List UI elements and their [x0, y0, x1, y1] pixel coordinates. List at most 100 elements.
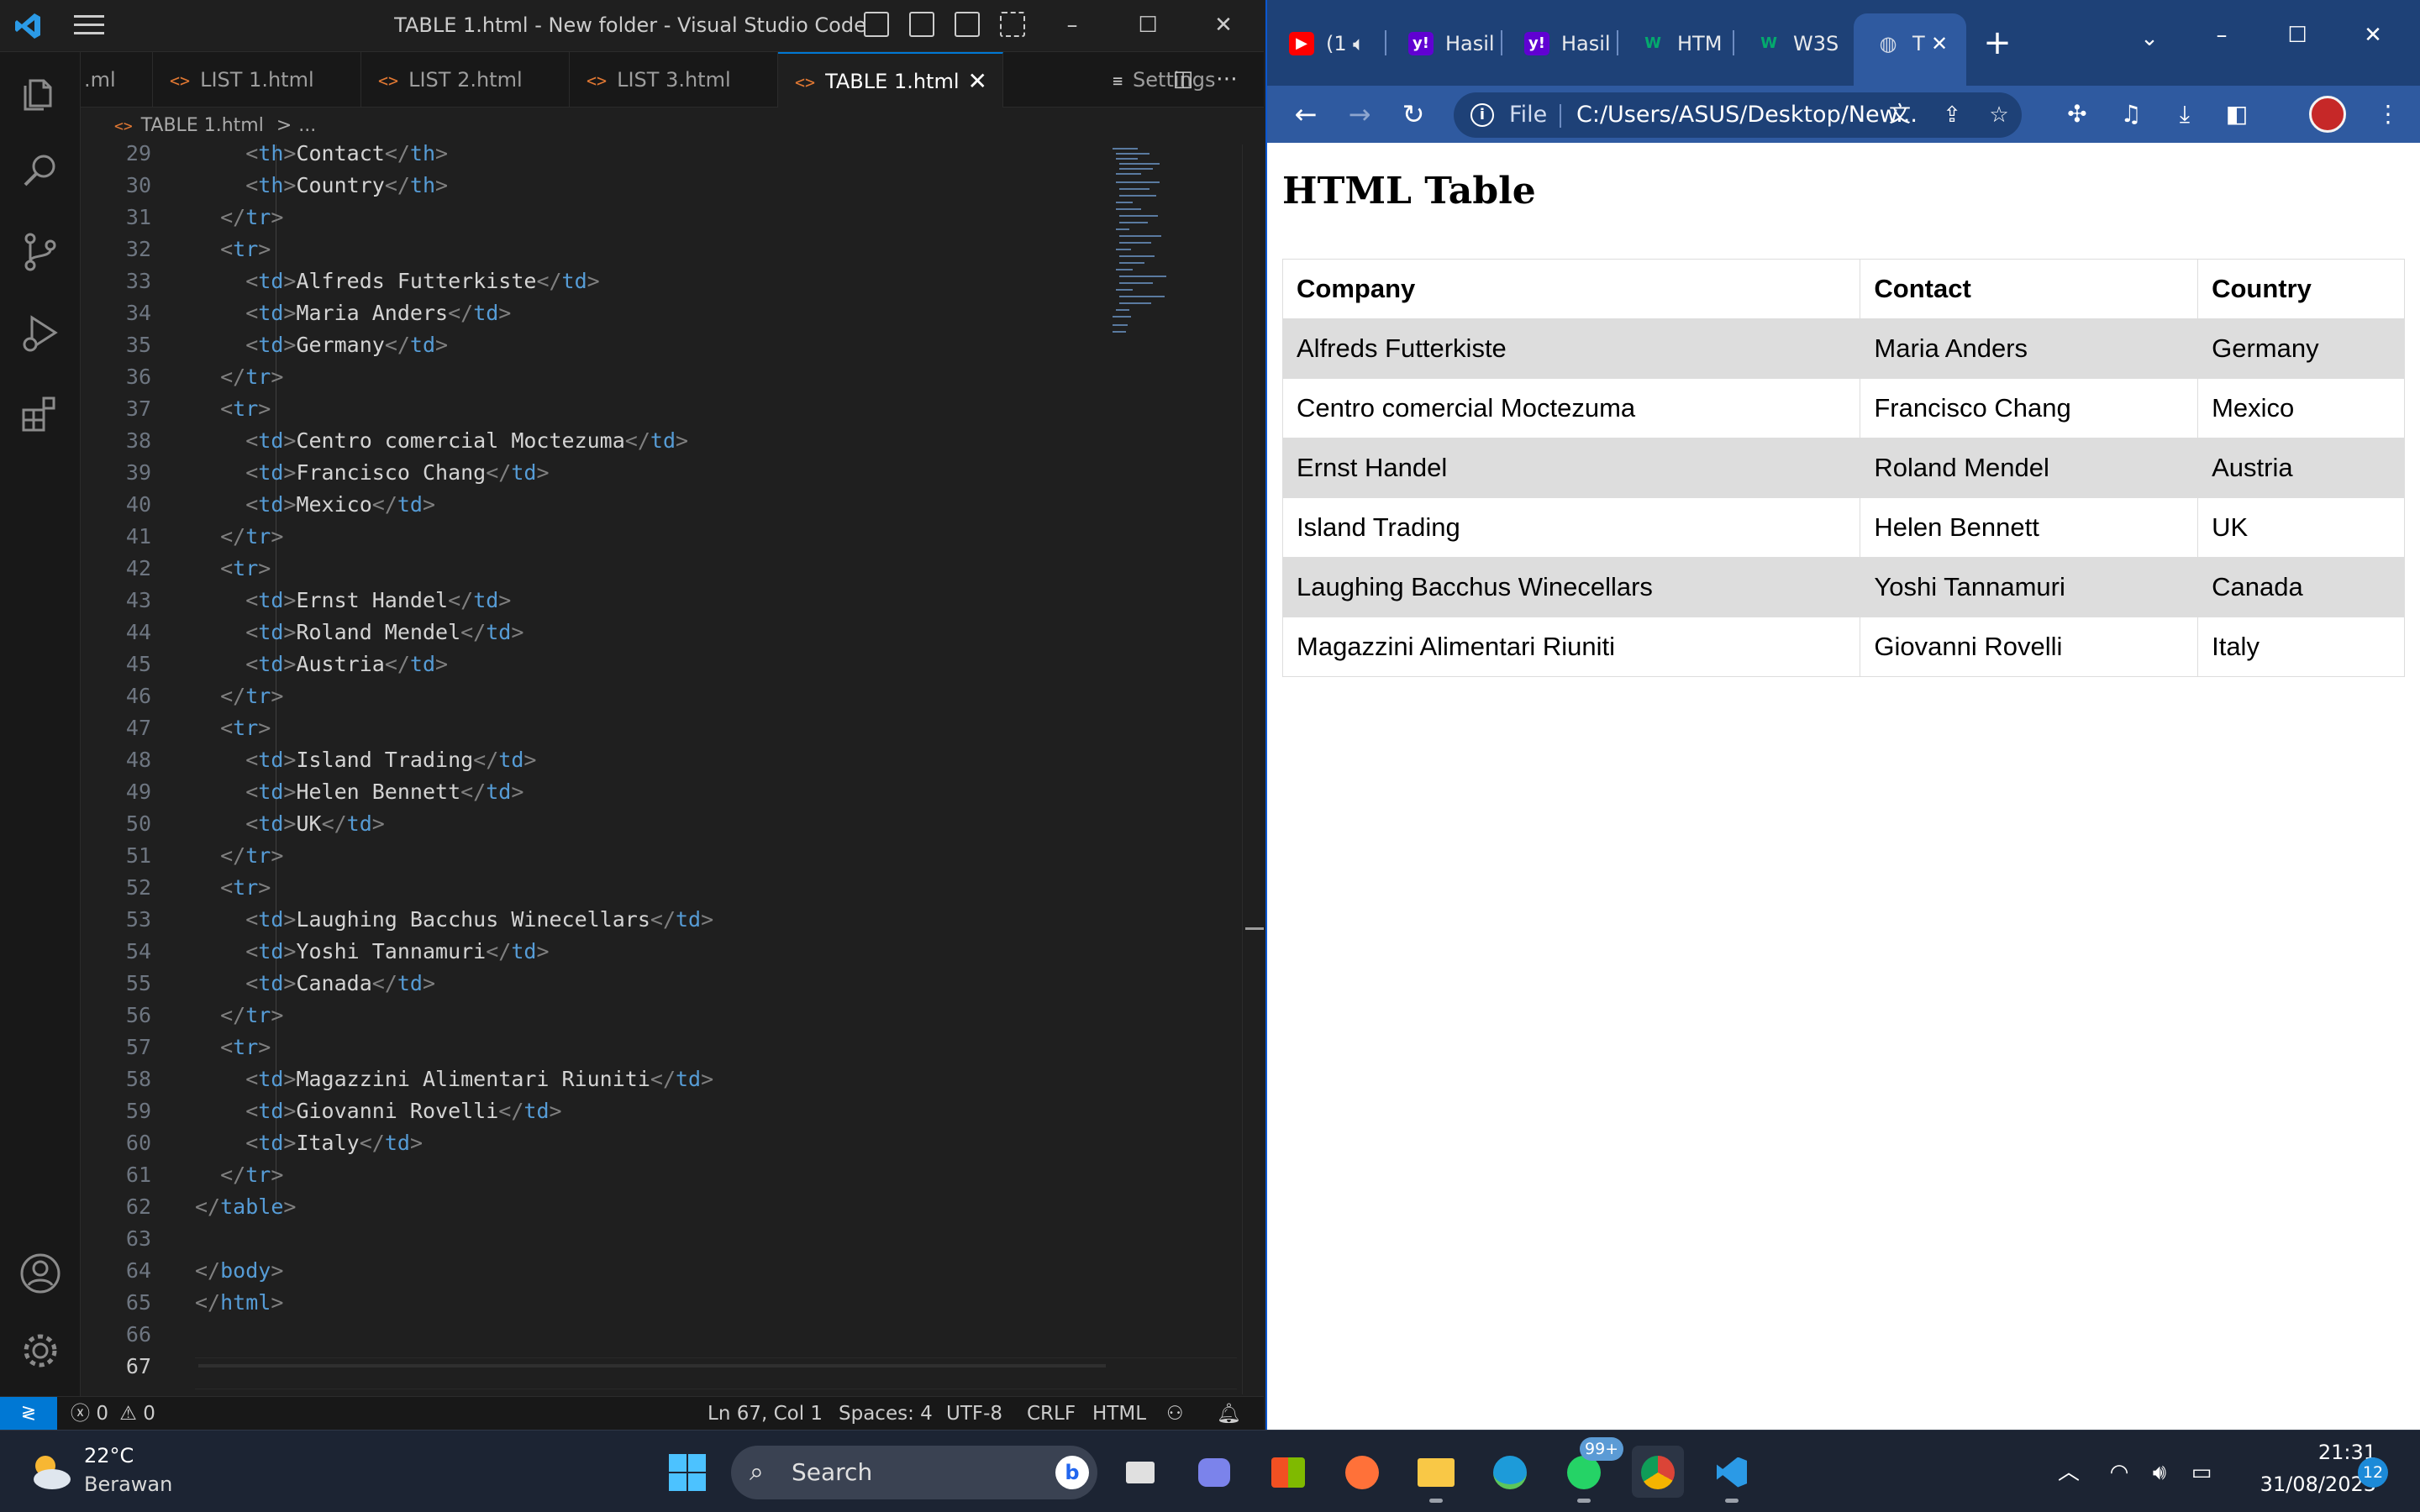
side-panel-icon[interactable]: ◧ [2220, 97, 2254, 131]
profile-avatar[interactable] [2309, 96, 2346, 133]
vertical-scrollbar[interactable] [1242, 144, 1264, 1394]
minimize-icon[interactable]: – [1057, 10, 1087, 40]
maximize-icon[interactable]: ☐ [2281, 18, 2314, 52]
breadcrumb[interactable]: <> TABLE 1.html >... [81, 108, 1264, 144]
source-control-icon[interactable] [18, 230, 62, 274]
chrome-menu-icon[interactable]: ⋮ [2371, 97, 2405, 131]
code-line[interactable]: 34 <td>Maria Anders</td> [81, 297, 1089, 329]
code-line[interactable]: 32 <tr> [81, 234, 1089, 265]
tab-list2[interactable]: <> LIST 2.html [361, 52, 570, 108]
weather-condition[interactable]: Berawan [84, 1473, 172, 1496]
bing-icon[interactable]: b [1055, 1456, 1089, 1489]
tab-settings[interactable]: ≡ Settings [1003, 52, 1234, 108]
firefox-icon[interactable] [1336, 1446, 1388, 1498]
problems-indicator[interactable]: ⓧ 0 ⚠ 0 [71, 1397, 155, 1431]
scrollbar-thumb[interactable] [1245, 927, 1264, 930]
code-line[interactable]: 39 <td>Francisco Chang</td> [81, 457, 1089, 489]
notification-count-badge[interactable]: 12 [2358, 1457, 2388, 1488]
chrome-icon[interactable] [1632, 1446, 1684, 1498]
translate-icon[interactable]: 文 [1886, 101, 1914, 129]
code-line[interactable]: 30 <th>Country</th> [81, 170, 1089, 202]
horizontal-scrollbar[interactable] [198, 1364, 1106, 1368]
code-line[interactable]: 60 <td>Italy</td> [81, 1127, 1089, 1159]
accounts-icon[interactable] [18, 1252, 62, 1295]
code-line[interactable]: 29 <th>Contact</th> [81, 144, 1089, 170]
new-tab-button[interactable]: + [1980, 25, 2015, 60]
code-line[interactable]: 38 <td>Centro comercial Moctezuma</td> [81, 425, 1089, 457]
clock-time[interactable]: 21:31 [2275, 1441, 2376, 1464]
code-line[interactable]: 51 </tr> [81, 840, 1089, 872]
code-line[interactable]: 43 <td>Ernst Handel</td> [81, 585, 1089, 617]
run-debug-icon[interactable] [18, 311, 62, 354]
bookmark-star-icon[interactable]: ☆ [1985, 101, 2013, 129]
code-line[interactable]: 41 </tr> [81, 521, 1089, 553]
code-line[interactable]: 33 <td>Alfreds Futterkiste</td> [81, 265, 1089, 297]
weather-temperature[interactable]: 22°C [84, 1444, 134, 1467]
code-line[interactable]: 62 </table> [81, 1191, 1089, 1223]
toggle-sidebar-icon[interactable] [864, 12, 889, 37]
downloads-icon[interactable]: ⤓ [2168, 97, 2202, 131]
speaker-icon[interactable]: 🔈︎ [1353, 15, 1365, 72]
minimize-icon[interactable]: – [2205, 18, 2238, 52]
tab-table1[interactable]: <> TABLE 1.html ✕ [778, 52, 1003, 108]
browser-tab-w3schools-2[interactable]: W W3S [1734, 15, 1847, 72]
toggle-panel-icon[interactable] [909, 12, 934, 37]
tab-search-chevron-icon[interactable]: ⌄ [2133, 22, 2166, 55]
tab-list1[interactable]: <> LIST 1.html [153, 52, 361, 108]
show-hidden-icons-chevron-icon[interactable]: ︿ [2052, 1456, 2086, 1489]
code-line[interactable]: 52 <tr> [81, 872, 1089, 904]
code-line[interactable]: 42 <tr> [81, 553, 1089, 585]
encoding[interactable]: UTF-8 [946, 1397, 1002, 1431]
browser-tab-youtube[interactable]: ▶ (1 🔈︎ [1267, 15, 1385, 72]
tab-list3[interactable]: <> LIST 3.html [570, 52, 778, 108]
browser-tab-yahoo-2[interactable]: y! Hasil [1502, 15, 1615, 72]
toggle-secondary-sidebar-icon[interactable] [955, 12, 980, 37]
code-line[interactable]: 47 <tr> [81, 712, 1089, 744]
code-line[interactable]: 64 </body> [81, 1255, 1089, 1287]
back-icon[interactable]: ← [1289, 97, 1323, 131]
vscode-taskbar-icon[interactable] [1706, 1446, 1758, 1503]
media-controls-icon[interactable]: ♫ [2114, 97, 2148, 131]
teams-chat-icon[interactable] [1188, 1446, 1240, 1498]
weather-cloud-icon[interactable] [25, 1447, 74, 1496]
code-line[interactable]: 49 <td>Helen Bennett</td> [81, 776, 1089, 808]
code-line[interactable]: 55 <td>Canada</td> [81, 968, 1089, 1000]
code-line[interactable]: 57 <tr> [81, 1032, 1089, 1063]
close-icon[interactable]: ✕ [1208, 10, 1239, 40]
feedback-icon[interactable]: ⚇ [1166, 1397, 1184, 1431]
cursor-position[interactable]: Ln 67, Col 1 [708, 1397, 823, 1431]
extensions-icon[interactable] [18, 391, 62, 435]
battery-icon[interactable]: ▭ [2185, 1456, 2218, 1489]
customize-layout-icon[interactable] [1000, 12, 1025, 37]
code-line[interactable]: 59 <td>Giovanni Rovelli</td> [81, 1095, 1089, 1127]
code-line[interactable]: 40 <td>Mexico</td> [81, 489, 1089, 521]
line-endings[interactable]: CRLF [1027, 1397, 1076, 1431]
code-line[interactable]: 50 <td>UK</td> [81, 808, 1089, 840]
code-editor[interactable]: 29 <th>Contact</th> 30 <th>Country</th> 31… [81, 144, 1264, 1394]
code-line[interactable]: 48 <td>Island Trading</td> [81, 744, 1089, 776]
volume-icon[interactable]: 🔊︎ [2144, 1456, 2175, 1489]
manage-gear-icon[interactable] [18, 1329, 62, 1373]
code-line[interactable]: 46 </tr> [81, 680, 1089, 712]
browser-tab-yahoo-1[interactable]: y! Hasil [1386, 15, 1499, 72]
minimap[interactable] [1113, 144, 1230, 363]
menu-icon[interactable] [74, 15, 104, 37]
windows-start-icon[interactable] [667, 1452, 708, 1493]
clock-date[interactable]: 31/08/2023 [2242, 1473, 2376, 1496]
code-line[interactable]: 65 </html> [81, 1287, 1089, 1319]
code-line[interactable]: 53 <td>Laughing Bacchus Winecellars</td> [81, 904, 1089, 936]
reload-icon[interactable]: ↻ [1397, 97, 1430, 131]
code-line[interactable]: 58 <td>Magazzini Alimentari Riuniti</td> [81, 1063, 1089, 1095]
split-editor-icon[interactable]: ◫ [1170, 66, 1197, 92]
remote-icon[interactable]: ≷ [0, 1397, 57, 1431]
forward-icon[interactable]: → [1343, 97, 1376, 131]
wifi-icon[interactable]: ◠ [2104, 1456, 2134, 1489]
file-explorer-icon[interactable] [1410, 1446, 1462, 1503]
browser-tab-active[interactable]: ◍ T ✕ [1854, 13, 1966, 86]
code-line[interactable]: 44 <td>Roland Mendel</td> [81, 617, 1089, 648]
close-icon[interactable]: ✕ [2356, 18, 2390, 52]
share-icon[interactable]: ⇪ [1938, 101, 1966, 129]
code-line[interactable]: 56 </tr> [81, 1000, 1089, 1032]
edge-icon[interactable] [1484, 1446, 1536, 1498]
info-icon[interactable]: i [1470, 103, 1494, 127]
